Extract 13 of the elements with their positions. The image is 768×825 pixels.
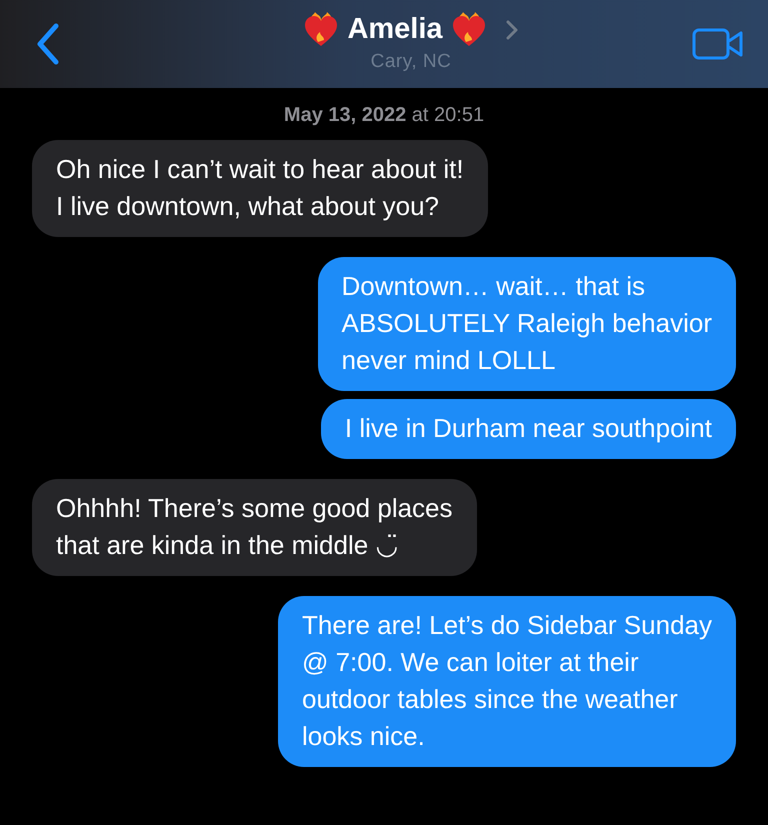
received-message: Oh nice I can’t wait to hear about it! I live downtown, what about you? (32, 140, 488, 237)
heart-icon (450, 12, 487, 48)
chevron-right-icon[interactable] (504, 18, 519, 41)
contact-location: Cary, NC (370, 50, 452, 74)
received-message: Ohhhh! There’s some good places that are kinda in the middle ◡̈ (32, 479, 477, 576)
sent-message: Downtown… wait… that is ABSOLUTELY Raleigh behavior never mind LOLLL (318, 257, 736, 391)
message-timestamp: May 13, 2022 at 20:51 (282, 103, 486, 128)
video-camera-icon[interactable] (692, 28, 744, 60)
heart-icon (303, 12, 340, 48)
sent-message: There are! Let’s do Sidebar Sunday @ 7:00. We can loiter at their outdoor tables since the weather looks nice. (278, 596, 736, 767)
contact-name[interactable]: Amelia (347, 15, 443, 44)
back-icon[interactable] (36, 23, 60, 65)
sent-message: I live in Durham near southpoint (320, 399, 736, 459)
